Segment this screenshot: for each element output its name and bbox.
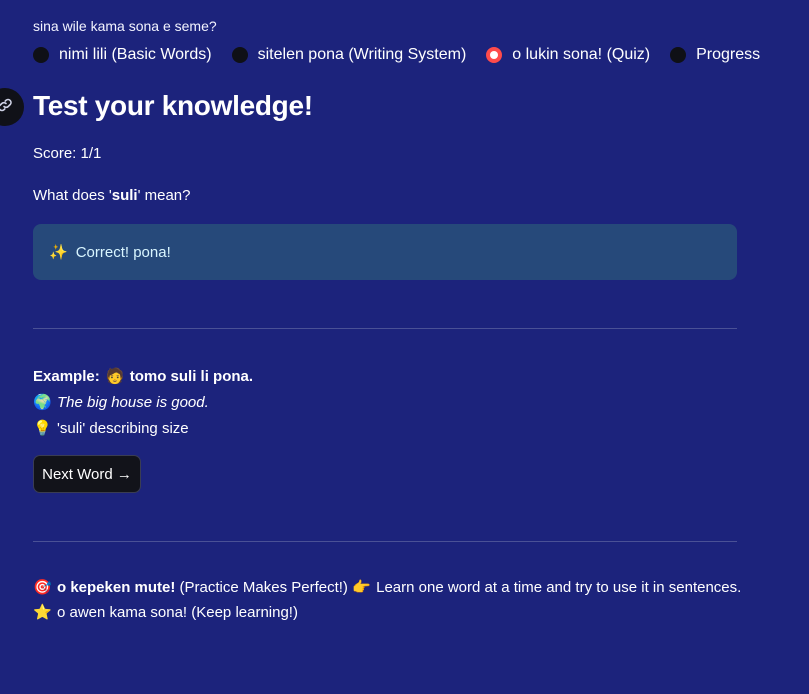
- footer-tips: 🎯 o kepeken mute! (Practice Makes Perfec…: [33, 575, 741, 625]
- radio-label: sitelen pona (Writing System): [257, 46, 467, 63]
- radio-label: nimi lili (Basic Words): [59, 46, 212, 63]
- example-translation: The big house is good.: [57, 394, 209, 411]
- radio-circle[interactable]: [33, 47, 49, 63]
- radio-option-basic-words[interactable]: nimi lili (Basic Words): [33, 46, 212, 64]
- radio-circle[interactable]: [670, 47, 687, 63]
- person-icon: 🧑: [105, 368, 125, 385]
- footer-bold: o kepeken mute!: [57, 579, 176, 596]
- divider: [33, 541, 737, 542]
- radio-label: o lukin sona! (Quiz): [512, 46, 651, 63]
- question-prefix: What does ': [33, 187, 112, 204]
- quiz-page: sina wile kama sona e seme? nimi lili (B…: [0, 0, 809, 694]
- radio-label: Progress: [696, 46, 761, 63]
- target-icon: 🎯: [33, 579, 52, 596]
- link-icon: [0, 97, 13, 118]
- success-alert: ✨ Correct! pona!: [33, 224, 737, 280]
- radio-circle-selected[interactable]: [486, 47, 503, 63]
- quiz-question: What does 'suli' mean?: [33, 187, 191, 204]
- section-radio-group: nimi lili (Basic Words) sitelen pona (Wr…: [33, 46, 780, 64]
- divider: [33, 328, 737, 329]
- example-label: Example:: [33, 368, 100, 385]
- footer-tip-text: Learn one word at a time and try to use …: [376, 579, 742, 596]
- example-note: 'suli' describing size: [57, 420, 189, 437]
- lightbulb-icon: 💡: [33, 420, 52, 437]
- example-sentence: tomo suli li pona.: [129, 368, 254, 385]
- feedback-text: Correct! pona!: [75, 243, 171, 261]
- footer-text: (Practice Makes Perfect!): [179, 579, 348, 596]
- star-icon: ⭐: [33, 604, 52, 621]
- example-block: Example: 🧑 tomo suli li pona. 🌍 The big …: [33, 364, 253, 442]
- radio-option-writing-system[interactable]: sitelen pona (Writing System): [231, 46, 467, 64]
- radio-option-quiz[interactable]: o lukin sona! (Quiz): [486, 46, 650, 64]
- radio-option-progress[interactable]: Progress: [670, 46, 760, 64]
- question-suffix: ' mean?: [137, 187, 191, 204]
- pointing-hand-icon: 👉: [352, 579, 371, 596]
- page-title: Test your knowledge!: [33, 90, 313, 121]
- section-question-label: sina wile kama sona e seme?: [33, 18, 217, 34]
- score-text: Score: 1/1: [33, 145, 102, 162]
- radio-circle[interactable]: [231, 47, 248, 63]
- next-word-button[interactable]: Next Word →: [33, 455, 141, 493]
- footer-keep-learning: o awen kama sona! (Keep learning!): [57, 604, 298, 621]
- link-anchor-button[interactable]: [0, 88, 24, 126]
- question-word: suli: [111, 187, 138, 204]
- globe-icon: 🌍: [33, 394, 52, 411]
- sparkles-icon: ✨: [49, 244, 68, 261]
